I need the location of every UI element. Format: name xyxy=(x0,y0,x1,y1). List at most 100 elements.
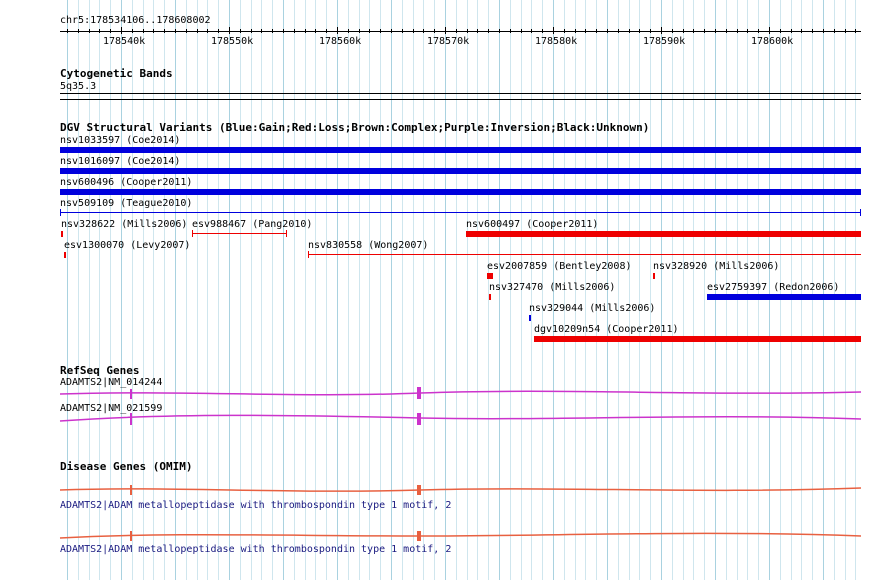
variant-label[interactable]: nsv327470 (Mills2006) xyxy=(489,282,615,293)
ruler-tick xyxy=(445,27,446,34)
ruler-tick xyxy=(607,29,608,33)
ruler-tick xyxy=(99,29,100,33)
tick-label-178600k: 178600k xyxy=(751,36,794,47)
ruler-tick xyxy=(564,29,565,33)
variant-bar-loss[interactable] xyxy=(487,273,493,279)
ruler-tick xyxy=(715,29,716,33)
ruler-tick xyxy=(67,29,68,33)
variant-label[interactable]: nsv600497 (Cooper2011) xyxy=(466,219,598,230)
variant-label[interactable]: nsv328920 (Mills2006) xyxy=(653,261,779,272)
ruler-tick xyxy=(78,29,79,33)
variant-label[interactable]: esv1300070 (Levy2007) xyxy=(64,240,190,251)
ruler-tick xyxy=(758,29,759,33)
ruler-tick xyxy=(456,29,457,33)
ruler-tick xyxy=(596,29,597,33)
variant-label[interactable]: dgv10209n54 (Cooper2011) xyxy=(534,324,679,335)
variant-end-cap xyxy=(192,230,193,237)
ruler-tick xyxy=(359,29,360,33)
ruler-tick xyxy=(542,29,543,33)
variant-bar-gain[interactable] xyxy=(60,168,861,174)
omim-gene-model[interactable] xyxy=(0,526,890,546)
variant-bar-loss[interactable] xyxy=(489,294,491,300)
variant-bar-loss[interactable] xyxy=(534,336,861,342)
ruler-tick xyxy=(218,29,219,33)
genome-browser-view: chr5:178534106..178608002 178540k 178550… xyxy=(0,0,890,580)
variant-label[interactable]: nsv1016097 (Coe2014) xyxy=(60,156,180,167)
variant-label[interactable]: nsv509109 (Teague2010) xyxy=(60,198,192,209)
gene-model[interactable] xyxy=(0,384,890,404)
ruler-tick xyxy=(618,29,619,33)
omim-title: Disease Genes (OMIM) xyxy=(60,460,193,473)
ruler-tick xyxy=(521,29,522,33)
ruler-tick xyxy=(477,29,478,33)
cytoband-line-bottom xyxy=(60,99,861,100)
ruler-tick xyxy=(812,29,813,33)
variant-label[interactable]: nsv600496 (Cooper2011) xyxy=(60,177,192,188)
variant-bar-loss[interactable] xyxy=(653,273,655,279)
ruler-tick xyxy=(747,29,748,33)
ruler-tick xyxy=(683,29,684,33)
ruler-tick xyxy=(769,27,770,34)
tick-label-178550k: 178550k xyxy=(211,36,254,47)
variant-end-cap xyxy=(860,209,861,216)
omim-gene-model[interactable] xyxy=(0,480,890,500)
ruler-tick xyxy=(337,27,338,34)
ruler-tick xyxy=(251,29,252,33)
ruler-tick xyxy=(283,29,284,33)
cytobands-title: Cytogenetic Bands xyxy=(60,67,173,80)
ruler-tick xyxy=(207,29,208,33)
cytoband-label[interactable]: 5q35.3 xyxy=(60,81,96,92)
variant-bar-loss[interactable] xyxy=(61,231,63,237)
ruler-tick xyxy=(391,29,392,33)
variant-bar-loss[interactable] xyxy=(64,252,66,258)
cytoband-line-top xyxy=(60,93,861,94)
ruler-tick xyxy=(834,29,835,33)
ruler-tick xyxy=(164,29,165,33)
variant-bar-gain[interactable] xyxy=(529,315,531,321)
ruler-tick xyxy=(650,29,651,33)
variant-end-cap xyxy=(60,209,61,216)
ruler-tick xyxy=(272,29,273,33)
ruler-tick xyxy=(132,29,133,33)
omim-label[interactable]: ADAMTS2|ADAM metallopeptidase with throm… xyxy=(60,544,451,555)
omim-label[interactable]: ADAMTS2|ADAM metallopeptidase with throm… xyxy=(60,500,451,511)
variant-bar-loss[interactable] xyxy=(466,231,861,237)
ruler-tick xyxy=(704,29,705,33)
ruler-axis xyxy=(60,31,861,32)
ruler-tick xyxy=(791,29,792,33)
tick-label-178580k: 178580k xyxy=(535,36,578,47)
ruler-tick xyxy=(229,27,230,34)
variant-label[interactable]: esv2007859 (Bentley2008) xyxy=(487,261,632,272)
variant-bar-gain[interactable] xyxy=(60,147,861,153)
ruler-tick xyxy=(143,29,144,33)
ruler-tick xyxy=(175,29,176,33)
ruler-tick xyxy=(672,29,673,33)
variant-label[interactable]: esv988467 (Pang2010) xyxy=(192,219,312,230)
ruler-tick xyxy=(553,27,554,34)
variant-label[interactable]: nsv830558 (Wong2007) xyxy=(308,240,428,251)
ruler-tick xyxy=(369,29,370,33)
variant-bar-gain[interactable] xyxy=(707,294,861,300)
ruler-tick xyxy=(89,29,90,33)
variant-label[interactable]: nsv328622 (Mills2006) xyxy=(61,219,187,230)
variant-label[interactable]: nsv1033597 (Coe2014) xyxy=(60,135,180,146)
ruler-tick xyxy=(488,29,489,33)
ruler-tick xyxy=(639,29,640,33)
variant-line-loss[interactable] xyxy=(308,254,861,255)
tick-label-178570k: 178570k xyxy=(427,36,470,47)
ruler-tick xyxy=(348,29,349,33)
variant-label[interactable]: nsv329044 (Mills2006) xyxy=(529,303,655,314)
tick-label-178560k: 178560k xyxy=(319,36,362,47)
ruler-tick xyxy=(294,29,295,33)
ruler-tick xyxy=(726,29,727,33)
variant-line-gain[interactable] xyxy=(60,212,861,213)
gene-model[interactable] xyxy=(0,409,890,431)
variant-bar-gain[interactable] xyxy=(60,189,861,195)
variant-end-cap xyxy=(308,251,309,258)
ruler-tick xyxy=(305,29,306,33)
variant-line-loss[interactable] xyxy=(192,233,287,234)
ruler-tick xyxy=(780,29,781,33)
ruler-tick xyxy=(434,29,435,33)
variant-end-cap xyxy=(286,230,287,237)
variant-label[interactable]: esv2759397 (Redon2006) xyxy=(707,282,839,293)
